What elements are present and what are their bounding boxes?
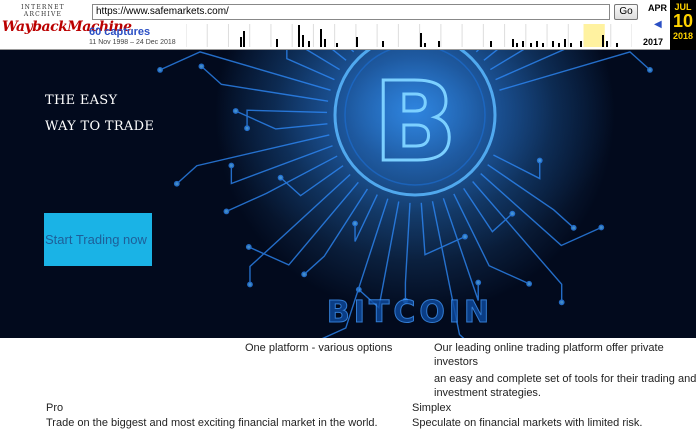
simplex-description: Speculate on financial markets with limi… [412, 417, 643, 429]
current-day: 10 [672, 11, 694, 31]
wayback-logo[interactable]: INTERNET ARCHIVE WaybackMachine [2, 4, 132, 42]
prev-year[interactable]: 2017 [643, 37, 663, 47]
current-capture-date: JUL 10 2018 [670, 0, 696, 50]
prev-capture-arrow-icon[interactable]: ◀ [654, 19, 662, 30]
start-trading-button[interactable]: Start Trading now [44, 213, 152, 266]
wayback-toolbar: INTERNET ARCHIVE WaybackMachine https://… [0, 0, 696, 50]
platform-description-line: investment strategies. [434, 387, 541, 399]
platform-tagline: One platform - various options [245, 342, 393, 354]
wayback-logo-top: INTERNET ARCHIVE [21, 4, 65, 18]
platform-description-line: an easy and complete set of tools for th… [434, 373, 696, 385]
pro-description: Trade on the biggest and most exciting f… [46, 417, 378, 429]
hero-headline-line2: WAY TO TRADE [45, 119, 155, 134]
platform-description-line: Our leading online trading platform offe… [434, 342, 664, 354]
prev-month[interactable]: APR [648, 3, 667, 13]
go-button[interactable]: Go [614, 4, 638, 20]
capture-range: 11 Nov 1998 – 24 Dec 2018 [89, 39, 176, 46]
hero-banner: B BITCOIN THE EASY WAY TO TRADE Start Tr… [0, 50, 696, 338]
bitcoin-symbol: B [373, 58, 457, 186]
hero-headline-line1: THE EASY [45, 93, 118, 108]
url-input[interactable]: https://www.safemarkets.com/ [92, 4, 610, 20]
capture-sparkline[interactable] [186, 24, 632, 47]
platform-description-line: investors [434, 356, 479, 368]
wayback-logo-main: WaybackMachine [2, 19, 132, 35]
simplex-title: Simplex [412, 402, 452, 414]
bitcoin-art-word: BITCOIN [327, 295, 493, 330]
captures-link[interactable]: 60 captures [89, 26, 150, 38]
pro-title: Pro [46, 402, 64, 414]
current-year: 2018 [672, 31, 694, 41]
